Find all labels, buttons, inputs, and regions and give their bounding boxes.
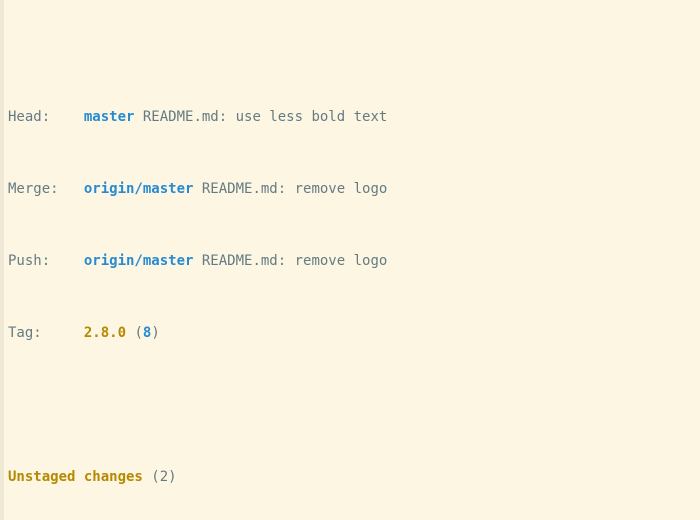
head-branch[interactable]: master — [84, 109, 135, 125]
tag-close: ) — [151, 325, 159, 341]
head-label: Head: — [8, 109, 84, 125]
push-label: Push: — [8, 253, 84, 269]
head-msg: README.md: use less bold text — [134, 109, 387, 125]
push-branch[interactable]: origin/master — [84, 253, 194, 269]
merge-line: Merge: origin/master README.md: remove l… — [8, 180, 700, 198]
tag-open: ( — [126, 325, 143, 341]
push-msg: README.md: remove logo — [193, 253, 387, 269]
unstaged-header[interactable]: Unstaged changes (2) — [8, 468, 700, 486]
tag-line: Tag: 2.8.0 (8) — [8, 324, 700, 342]
unstaged-title: Unstaged changes — [8, 469, 143, 485]
tag-name[interactable]: 2.8.0 — [84, 325, 126, 341]
merge-label: Merge: — [8, 181, 84, 197]
push-line: Push: origin/master README.md: remove lo… — [8, 252, 700, 270]
head-line: Head: master README.md: use less bold te… — [8, 108, 700, 126]
tag-label: Tag: — [8, 325, 84, 341]
merge-branch[interactable]: origin/master — [84, 181, 194, 197]
merge-msg: README.md: remove logo — [193, 181, 387, 197]
unstaged-count: (2) — [143, 469, 177, 485]
